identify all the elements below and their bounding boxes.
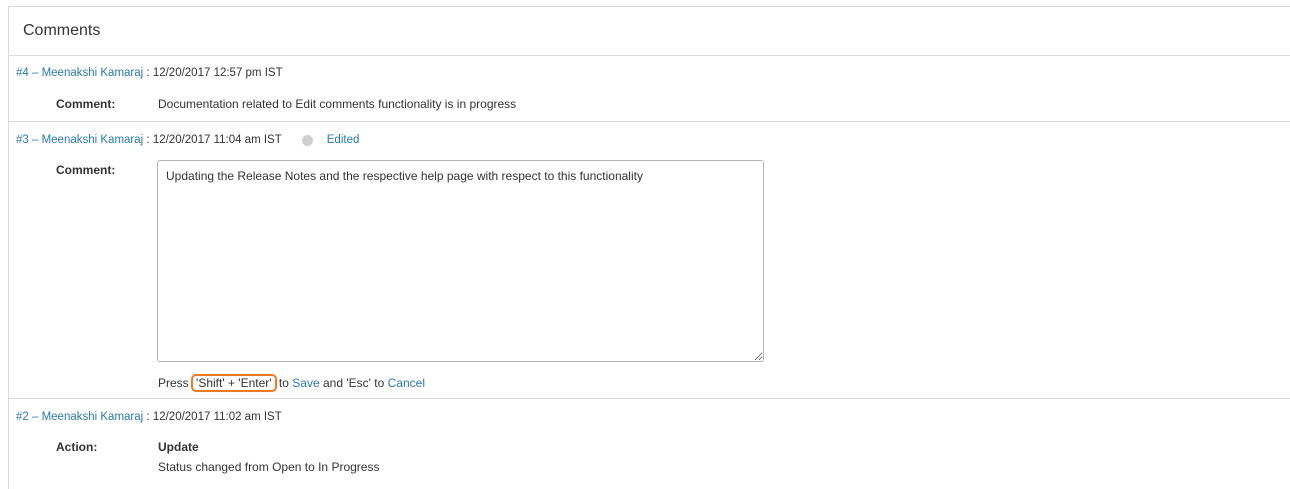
comment-entry-editing: #3 – Meenakshi Kamaraj : 12/20/2017 11:0… bbox=[9, 122, 1290, 399]
comment-field-label: Comment: bbox=[56, 97, 116, 111]
comments-panel: Comments #4 – Meenakshi Kamaraj : 12/20/… bbox=[8, 6, 1290, 489]
comment-header: #4 – Meenakshi Kamaraj : 12/20/2017 12:5… bbox=[16, 67, 283, 79]
comment-edit-textarea[interactable]: Updating the Release Notes and the respe… bbox=[157, 160, 764, 362]
hint-press: Press bbox=[158, 376, 189, 390]
comment-timestamp: 12/20/2017 11:04 am IST bbox=[152, 134, 282, 146]
status-dot-icon bbox=[301, 134, 313, 146]
keyboard-hint: Press 'Shift' + 'Enter' to Save and 'Esc… bbox=[158, 374, 425, 392]
action-field-label: Action: bbox=[56, 440, 98, 454]
header-separator: : bbox=[143, 67, 153, 79]
comment-header: #3 – Meenakshi Kamaraj : 12/20/2017 11:0… bbox=[16, 134, 359, 146]
comment-timestamp: 12/20/2017 12:57 pm IST bbox=[152, 67, 283, 79]
edited-link[interactable]: Edited bbox=[327, 134, 360, 146]
action-entry: #2 – Meenakshi Kamaraj : 12/20/2017 11:0… bbox=[9, 399, 1290, 489]
comment-author-link[interactable]: #2 – Meenakshi Kamaraj bbox=[16, 411, 143, 423]
hint-to: to bbox=[278, 376, 289, 390]
header-separator: : bbox=[143, 411, 153, 423]
shift-enter-keys: 'Shift' + 'Enter' bbox=[191, 374, 277, 392]
comment-field-label: Comment: bbox=[56, 163, 116, 177]
panel-title: Comments bbox=[23, 22, 101, 39]
action-text: Status changed from Open to In Progress bbox=[158, 460, 380, 474]
comment-author-link[interactable]: #3 – Meenakshi Kamaraj bbox=[16, 134, 143, 146]
comment-text: Documentation related to Edit comments f… bbox=[158, 97, 517, 111]
comment-header: #2 – Meenakshi Kamaraj : 12/20/2017 11:0… bbox=[16, 411, 282, 423]
hint-esc: and 'Esc' to bbox=[322, 376, 385, 390]
comment-entry: #4 – Meenakshi Kamaraj : 12/20/2017 12:5… bbox=[9, 56, 1290, 122]
action-title: Update bbox=[158, 440, 199, 454]
cancel-link[interactable]: Cancel bbox=[388, 376, 425, 390]
save-link[interactable]: Save bbox=[292, 376, 319, 390]
comment-author-link[interactable]: #4 – Meenakshi Kamaraj bbox=[16, 67, 143, 79]
comment-timestamp: 12/20/2017 11:02 am IST bbox=[152, 411, 282, 423]
panel-header: Comments bbox=[9, 7, 1290, 56]
header-separator: : bbox=[143, 134, 153, 146]
